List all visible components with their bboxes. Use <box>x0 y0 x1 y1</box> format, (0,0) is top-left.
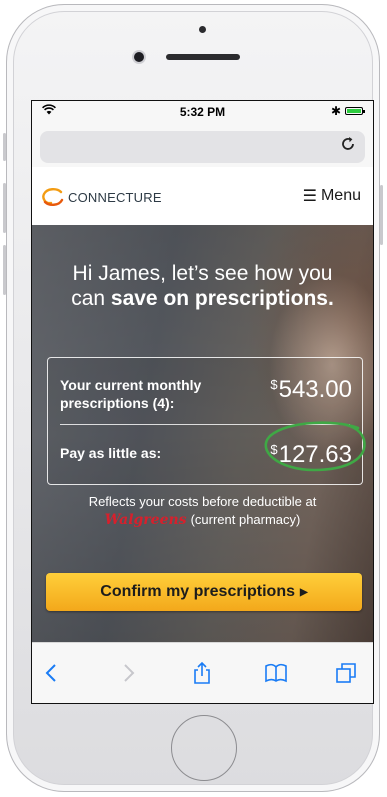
menu-label: Menu <box>320 187 361 204</box>
bluetooth-icon: ✱ <box>330 104 341 118</box>
menu-button[interactable]: ☰ Menu <box>303 186 361 206</box>
current-amount-value: 543.00 <box>278 376 352 403</box>
home-button[interactable] <box>171 715 237 781</box>
hero-title-line1: Hi James, let’s see how you <box>72 262 333 285</box>
bookmarks-icon[interactable] <box>264 661 288 685</box>
pharmacy-note: Reflects your costs before deductible at… <box>32 493 373 529</box>
forward-icon[interactable] <box>116 661 140 685</box>
reload-icon[interactable] <box>339 135 357 159</box>
address-bar[interactable] <box>40 131 365 163</box>
low-price-amount: $127.63 <box>270 441 352 469</box>
hero-title-prefix: can <box>71 287 111 310</box>
browser-toolbar <box>32 642 373 703</box>
battery-icon <box>345 107 365 115</box>
proximity-sensor <box>199 26 206 33</box>
front-camera <box>134 52 144 62</box>
status-bar: 5:32 PM ✱ <box>32 101 373 121</box>
price-summary-box: Your current monthly prescriptions (4): … <box>47 357 366 485</box>
share-icon[interactable] <box>190 661 214 685</box>
hamburger-icon: ☰ <box>302 188 317 205</box>
confirm-prescriptions-button[interactable]: Confirm my prescriptions ▶ <box>46 573 362 611</box>
note-line1: Reflects your costs before deductible at <box>88 494 317 509</box>
low-amount-value: 127.63 <box>278 441 352 468</box>
browser-bar <box>32 121 373 167</box>
walgreens-logo: Walgreens <box>104 512 187 528</box>
current-price-row: Your current monthly prescriptions (4): … <box>60 372 352 416</box>
volume-down-button <box>3 245 6 295</box>
current-currency: $ <box>270 377 278 392</box>
caret-right-icon: ▶ <box>300 586 308 598</box>
battery-fill <box>347 109 361 113</box>
connecture-logo[interactable]: CONNECTURE <box>42 186 162 208</box>
tabs-icon[interactable] <box>334 661 358 685</box>
site-header: CONNECTURE ☰ Menu <box>32 167 373 226</box>
earpiece-speaker <box>166 54 240 60</box>
phone-screen: 5:32 PM ✱ CONNECTURE ☰ Menu Hi James, le… <box>31 100 374 704</box>
status-time: 5:32 PM <box>179 105 226 119</box>
pharmacy-suffix: (current pharmacy) <box>190 512 301 527</box>
low-price-row: Pay as little as: $127.63 <box>60 432 352 472</box>
volume-up-button <box>3 183 6 233</box>
price-divider <box>60 424 350 425</box>
connecture-logo-icon <box>42 188 64 206</box>
current-price-label: Your current monthly prescriptions (4): <box>60 377 202 411</box>
mute-switch <box>3 133 6 161</box>
hero-title-bold: save on prescriptions. <box>110 287 334 310</box>
confirm-button-label: Confirm my prescriptions <box>100 583 295 600</box>
hero-section: Hi James, let’s see how you can save on … <box>32 225 373 645</box>
hero-title-line2: can save on prescriptions. <box>32 286 373 311</box>
low-currency: $ <box>270 442 278 457</box>
battery-tip <box>363 110 365 113</box>
power-button <box>380 185 383 245</box>
low-price-label: Pay as little as: <box>60 445 162 461</box>
current-price-amount: $543.00 <box>270 376 352 404</box>
hero-title: Hi James, let’s see how you can save on … <box>32 261 373 311</box>
back-icon[interactable] <box>40 661 64 685</box>
note-line2: Walgreens (current pharmacy) <box>32 511 373 529</box>
logo-text: CONNECTURE <box>68 189 162 205</box>
